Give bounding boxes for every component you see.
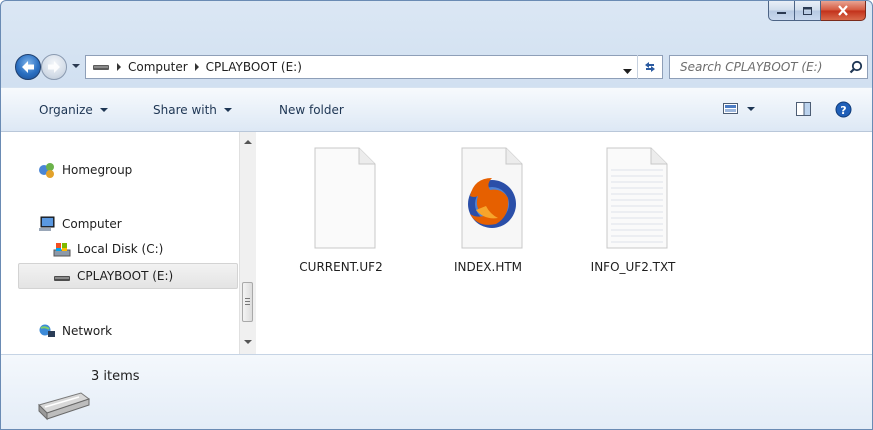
navigation-pane: Homegroup Computer Local Disk (C:) CPLAY…	[1, 132, 239, 354]
homegroup-icon	[38, 161, 56, 179]
breadcrumb-cplayboot[interactable]: CPLAYBOOT (E:)	[206, 60, 302, 74]
close-icon	[838, 5, 848, 16]
arrow-left-icon	[22, 61, 34, 73]
file-list: CURRENT.UF2 INDEX.HTM INFO_UF2.TXT	[257, 132, 872, 354]
network-icon	[38, 322, 56, 340]
removable-drive-large-icon	[38, 392, 91, 421]
content-area: Homegroup Computer Local Disk (C:) CPLAY…	[1, 132, 872, 354]
item-count: 3 items	[91, 369, 140, 384]
nav-item-label: Local Disk (C:)	[77, 242, 164, 256]
minimize-button[interactable]	[768, 1, 795, 21]
file-name: INFO_UF2.TXT	[590, 260, 676, 274]
preview-pane-icon	[796, 102, 811, 116]
file-item-index-htm[interactable]: INDEX.HTM	[438, 144, 538, 274]
breadcrumb-separator-icon[interactable]	[194, 63, 199, 71]
maximize-button[interactable]	[795, 1, 821, 21]
refresh-icon	[645, 62, 655, 72]
view-dropdown[interactable]	[747, 107, 755, 111]
search-field[interactable]: Search CPLAYBOOT (E:)	[669, 55, 868, 79]
arrow-right-icon	[48, 61, 60, 73]
nav-item-network[interactable]: Network	[38, 320, 112, 342]
navigation-row: Computer CPLAYBOOT (E:) Search CPLAYBOOT…	[1, 45, 872, 87]
nav-pane-scrollbar[interactable]	[239, 132, 256, 354]
view-options-icon	[723, 103, 738, 114]
caption-buttons	[768, 1, 866, 21]
help-icon: ?	[835, 101, 852, 118]
local-disk-icon	[53, 240, 71, 258]
nav-item-label: Computer	[62, 217, 122, 231]
address-bar[interactable]: Computer CPLAYBOOT (E:)	[85, 55, 663, 79]
file-item-current-uf2[interactable]: CURRENT.UF2	[291, 144, 391, 274]
removable-drive-icon	[53, 267, 71, 285]
file-name: CURRENT.UF2	[299, 260, 383, 274]
scroll-up-arrow-icon[interactable]	[244, 140, 252, 144]
nav-item-local-disk[interactable]: Local Disk (C:)	[53, 238, 163, 260]
breadcrumb-computer[interactable]: Computer	[128, 60, 188, 74]
caret-down-icon	[99, 108, 108, 112]
details-pane: 3 items	[1, 354, 872, 429]
minimize-icon	[777, 11, 786, 14]
share-with-label: Share with	[153, 103, 217, 117]
scrollbar-thumb[interactable]	[242, 282, 253, 322]
back-button[interactable]	[15, 54, 41, 80]
nav-item-label: Network	[62, 324, 113, 338]
scroll-down-arrow-icon[interactable]	[244, 340, 252, 344]
refresh-button[interactable]	[637, 55, 662, 79]
nav-item-cplayboot[interactable]: CPLAYBOOT (E:)	[18, 263, 238, 289]
search-icon	[849, 60, 863, 74]
svg-text:?: ?	[840, 104, 846, 117]
firefox-document-icon	[461, 147, 523, 249]
share-with-menu[interactable]: Share with	[153, 103, 232, 117]
caret-down-icon	[747, 107, 755, 111]
search-button[interactable]	[845, 60, 867, 74]
drive-icon	[93, 65, 109, 70]
address-drive-icon-seg[interactable]	[86, 56, 110, 78]
nav-item-computer[interactable]: Computer	[38, 213, 122, 235]
title-bar	[1, 1, 872, 45]
file-item-info-uf2-txt[interactable]: INFO_UF2.TXT	[583, 144, 683, 274]
file-name: INDEX.HTM	[453, 260, 523, 274]
nav-item-homegroup[interactable]: Homegroup	[38, 159, 132, 181]
chevron-down-icon	[623, 69, 632, 74]
computer-icon	[38, 215, 56, 233]
caret-down-icon	[223, 108, 232, 112]
change-view-button[interactable]	[723, 102, 739, 116]
explorer-window: Computer CPLAYBOOT (E:) Search CPLAYBOOT…	[0, 0, 873, 430]
help-button[interactable]: ?	[835, 101, 852, 118]
address-history-dropdown[interactable]	[623, 64, 632, 78]
breadcrumb-separator-icon[interactable]	[117, 63, 121, 71]
text-file-icon	[606, 147, 668, 249]
nav-item-label: Homegroup	[62, 163, 133, 177]
new-folder-button[interactable]: New folder	[279, 103, 344, 117]
organize-label: Organize	[39, 103, 93, 117]
maximize-icon	[803, 6, 812, 15]
nav-item-label: CPLAYBOOT (E:)	[77, 269, 174, 283]
search-placeholder[interactable]: Search CPLAYBOOT (E:)	[670, 60, 845, 74]
close-button[interactable]	[821, 1, 866, 21]
forward-button[interactable]	[41, 54, 67, 80]
organize-menu[interactable]: Organize	[39, 103, 108, 117]
recent-pages-dropdown[interactable]	[71, 59, 81, 73]
command-bar: Organize Share with New folder ?	[1, 87, 872, 132]
new-folder-label: New folder	[279, 103, 344, 117]
chevron-down-icon	[72, 64, 80, 68]
preview-pane-button[interactable]	[796, 102, 812, 117]
blank-file-icon	[314, 147, 376, 249]
